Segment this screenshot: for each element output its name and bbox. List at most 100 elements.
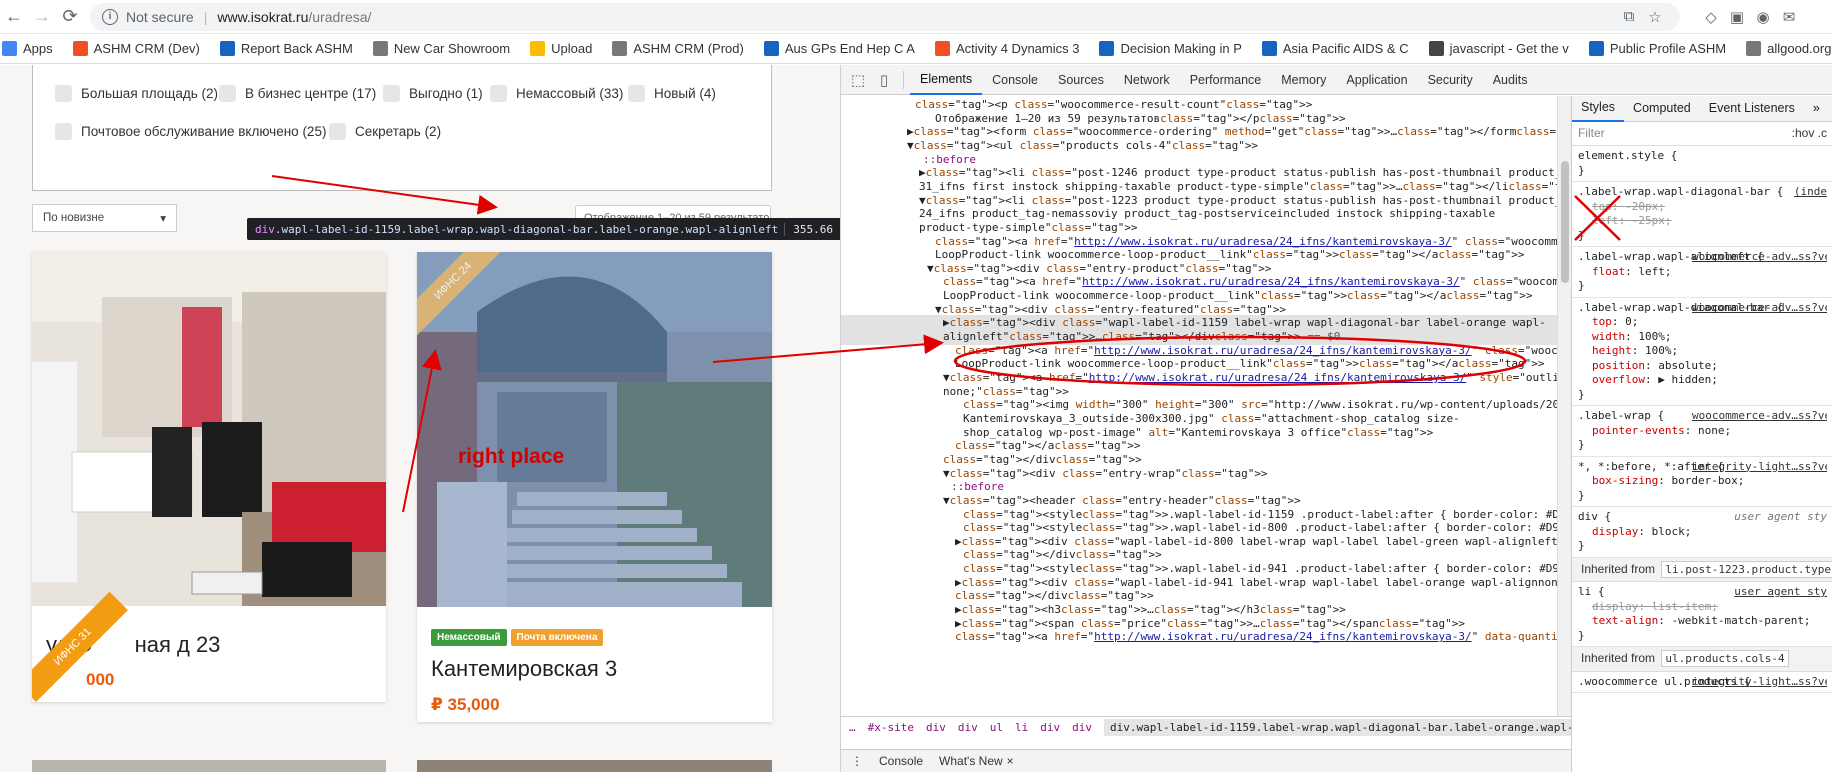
back-icon[interactable]: ← — [0, 3, 28, 31]
style-rule[interactable]: integrity-light…ss?ver *, *:before, *:aft… — [1572, 457, 1832, 507]
style-rule[interactable]: (inde .label-wrap.wapl-diagonal-bar {top:… — [1572, 182, 1832, 247]
devtools-tab[interactable]: Elements — [910, 65, 983, 95]
device-toolbar-icon[interactable]: ▯ — [871, 67, 897, 93]
forward-icon[interactable]: → — [28, 3, 56, 31]
inspect-icon[interactable]: ⬚ — [845, 67, 871, 93]
breadcrumb-item[interactable]: ul — [990, 721, 1003, 734]
filter-checkbox[interactable]: Немассовый (33) — [490, 85, 623, 102]
filter-checkbox[interactable]: Секретарь (2) — [329, 123, 441, 140]
devtools-tab[interactable]: Console — [982, 65, 1048, 95]
style-property[interactable]: height: 100%; — [1578, 344, 1827, 359]
breadcrumb-item[interactable]: … — [849, 721, 856, 734]
style-property[interactable]: display: block; — [1578, 525, 1827, 540]
product-card-next[interactable] — [32, 760, 386, 772]
drawer-tab-console[interactable]: Console — [879, 754, 923, 768]
style-property[interactable]: text-align: -webkit-match-parent; — [1578, 614, 1827, 629]
extension-icon[interactable]: ◇ — [1698, 4, 1724, 30]
bookmark-star-icon[interactable]: ☆ — [1642, 4, 1668, 30]
filter-input[interactable]: Filter — [1578, 126, 1605, 141]
style-rule[interactable]: woocommerce-adv…ss?ver .label-wrap.wapl-a… — [1572, 247, 1832, 298]
style-property[interactable]: pointer-events: none; — [1578, 424, 1827, 439]
bookmark-item[interactable]: New Car Showroom — [372, 41, 510, 56]
devtools-tab[interactable]: Sources — [1048, 65, 1114, 95]
tab-event-listeners[interactable]: Event Listeners — [1700, 96, 1804, 122]
checkbox-box[interactable] — [490, 85, 507, 102]
bookmark-item[interactable]: Public Profile ASHM — [1588, 41, 1726, 56]
style-property[interactable]: left: -25px; — [1578, 214, 1827, 229]
bookmark-item[interactable]: javascript - Get the v — [1428, 41, 1569, 56]
dom-node[interactable]: class="tag"><a href="http://www.isokrat.… — [841, 629, 1557, 645]
breadcrumb-item[interactable]: #x-site — [868, 721, 914, 734]
breadcrumb-item[interactable]: div — [958, 721, 978, 734]
style-property[interactable]: top: -20px; — [1578, 200, 1827, 215]
filter-checkbox[interactable]: Почтовое обслуживание включено (25) — [55, 123, 326, 140]
style-rule[interactable]: integrity-light…ss?ver .woocommerce ul.pr… — [1572, 672, 1832, 693]
checkbox-box[interactable] — [628, 85, 645, 102]
drawer-tab-whats-new[interactable]: What's New — [939, 754, 1003, 768]
bookmark-item[interactable]: Apps — [2, 41, 53, 56]
reload-icon[interactable]: ⟳ — [56, 3, 84, 31]
devtools-tab[interactable]: Memory — [1271, 65, 1336, 95]
product-title-end[interactable]: ная д 23 — [135, 632, 221, 657]
breadcrumb-item[interactable]: div — [1040, 721, 1060, 734]
filter-checkbox[interactable]: Большая площадь (2) — [55, 85, 218, 102]
bookmark-item[interactable]: Decision Making in P — [1099, 41, 1242, 56]
mail-icon[interactable]: ✉ — [1776, 4, 1802, 30]
close-icon[interactable]: × — [1007, 754, 1014, 768]
rule-source[interactable]: (inde — [1794, 185, 1827, 200]
hov-toggle[interactable]: :hov .c — [1792, 126, 1827, 141]
bookmark-item[interactable]: Asia Pacific AIDS & C — [1261, 41, 1409, 56]
style-property[interactable]: overflow: ▶ hidden; — [1578, 373, 1827, 388]
inherited-selector[interactable]: ul.products.cols-4 — [1661, 650, 1789, 667]
filter-checkbox[interactable]: Выгодно (1) — [383, 85, 483, 102]
info-icon[interactable]: i — [102, 8, 118, 25]
style-rule[interactable]: element.style {} — [1572, 146, 1832, 182]
style-property[interactable]: display: list-item; — [1578, 600, 1827, 615]
style-rule[interactable]: user agent sty li {display: list-item; tex… — [1572, 582, 1832, 647]
devtools-tab[interactable]: Audits — [1483, 65, 1538, 95]
style-rule[interactable]: woocommerce-adv…ss?ver .label-wrap.wapl-d… — [1572, 298, 1832, 406]
sort-select[interactable]: По новизне ▾ — [32, 204, 177, 232]
rule-source[interactable]: user agent sty — [1734, 585, 1827, 600]
address-bar[interactable]: i Not secure | www.isokrat.ru/uradresa/ … — [90, 2, 1680, 31]
breadcrumb-current[interactable]: div.wapl-label-id-1159.label-wrap.wapl-d… — [1103, 719, 1571, 736]
tab-more[interactable]: » — [1804, 96, 1829, 122]
devtools-tab[interactable]: Performance — [1180, 65, 1272, 95]
filter-checkbox[interactable]: Новый (4) — [628, 85, 716, 102]
translate-icon[interactable]: ⧉ — [1616, 4, 1642, 30]
devtools-tab[interactable]: Security — [1418, 65, 1483, 95]
style-property[interactable]: width: 100%; — [1578, 330, 1827, 345]
breadcrumb-item[interactable]: li — [1015, 721, 1028, 734]
checkbox-box[interactable] — [329, 123, 346, 140]
breadcrumb-item[interactable]: div — [926, 721, 946, 734]
devtools-tab[interactable]: Application — [1336, 65, 1417, 95]
rule-source[interactable]: woocommerce-adv…ss?ver — [1692, 409, 1827, 424]
breadcrumb-item[interactable]: div — [1072, 721, 1092, 734]
bookmark-item[interactable]: ASHM CRM (Dev) — [72, 41, 200, 56]
bookmark-item[interactable]: ASHM CRM (Prod) — [612, 41, 744, 56]
tab-styles[interactable]: Styles — [1572, 96, 1625, 122]
tab-computed[interactable]: Computed — [1624, 96, 1700, 122]
checkbox-box[interactable] — [55, 85, 72, 102]
product-card[interactable]: ИФНС 24 Немассовый Почта включена Кантеми… — [417, 252, 772, 722]
bookmark-item[interactable]: Aus GPs End Hep C A — [763, 41, 915, 56]
bookmark-item[interactable]: Report Back ASHM — [219, 41, 353, 56]
filter-checkbox[interactable]: В бизнес центре (17) — [219, 85, 376, 102]
style-property[interactable]: position: absolute; — [1578, 359, 1827, 374]
bookmark-item[interactable]: allgood.org.au — [1746, 41, 1832, 56]
checkbox-box[interactable] — [383, 85, 400, 102]
bookmark-item[interactable]: Activity 4 Dynamics 3 — [934, 41, 1079, 56]
drawer-menu-icon[interactable]: ⋮ — [851, 754, 863, 768]
product-card-next[interactable] — [417, 760, 772, 772]
checkbox-box[interactable] — [55, 123, 72, 140]
product-image[interactable] — [32, 252, 386, 606]
inherited-selector[interactable]: li.post-1223.product.type- — [1661, 560, 1832, 578]
checkbox-box[interactable] — [219, 85, 236, 102]
devtools-ext-icon[interactable]: ▣ — [1724, 4, 1750, 30]
style-rule[interactable]: user agent sty div {display: block;} — [1572, 507, 1832, 558]
product-title[interactable]: Кантемировская 3 — [431, 656, 617, 682]
bookmark-item[interactable]: Upload — [530, 41, 592, 56]
style-property[interactable]: box-sizing: border-box; — [1578, 474, 1827, 489]
product-image[interactable] — [417, 252, 772, 607]
style-rule[interactable]: woocommerce-adv…ss?ver .label-wrap {point… — [1572, 406, 1832, 457]
